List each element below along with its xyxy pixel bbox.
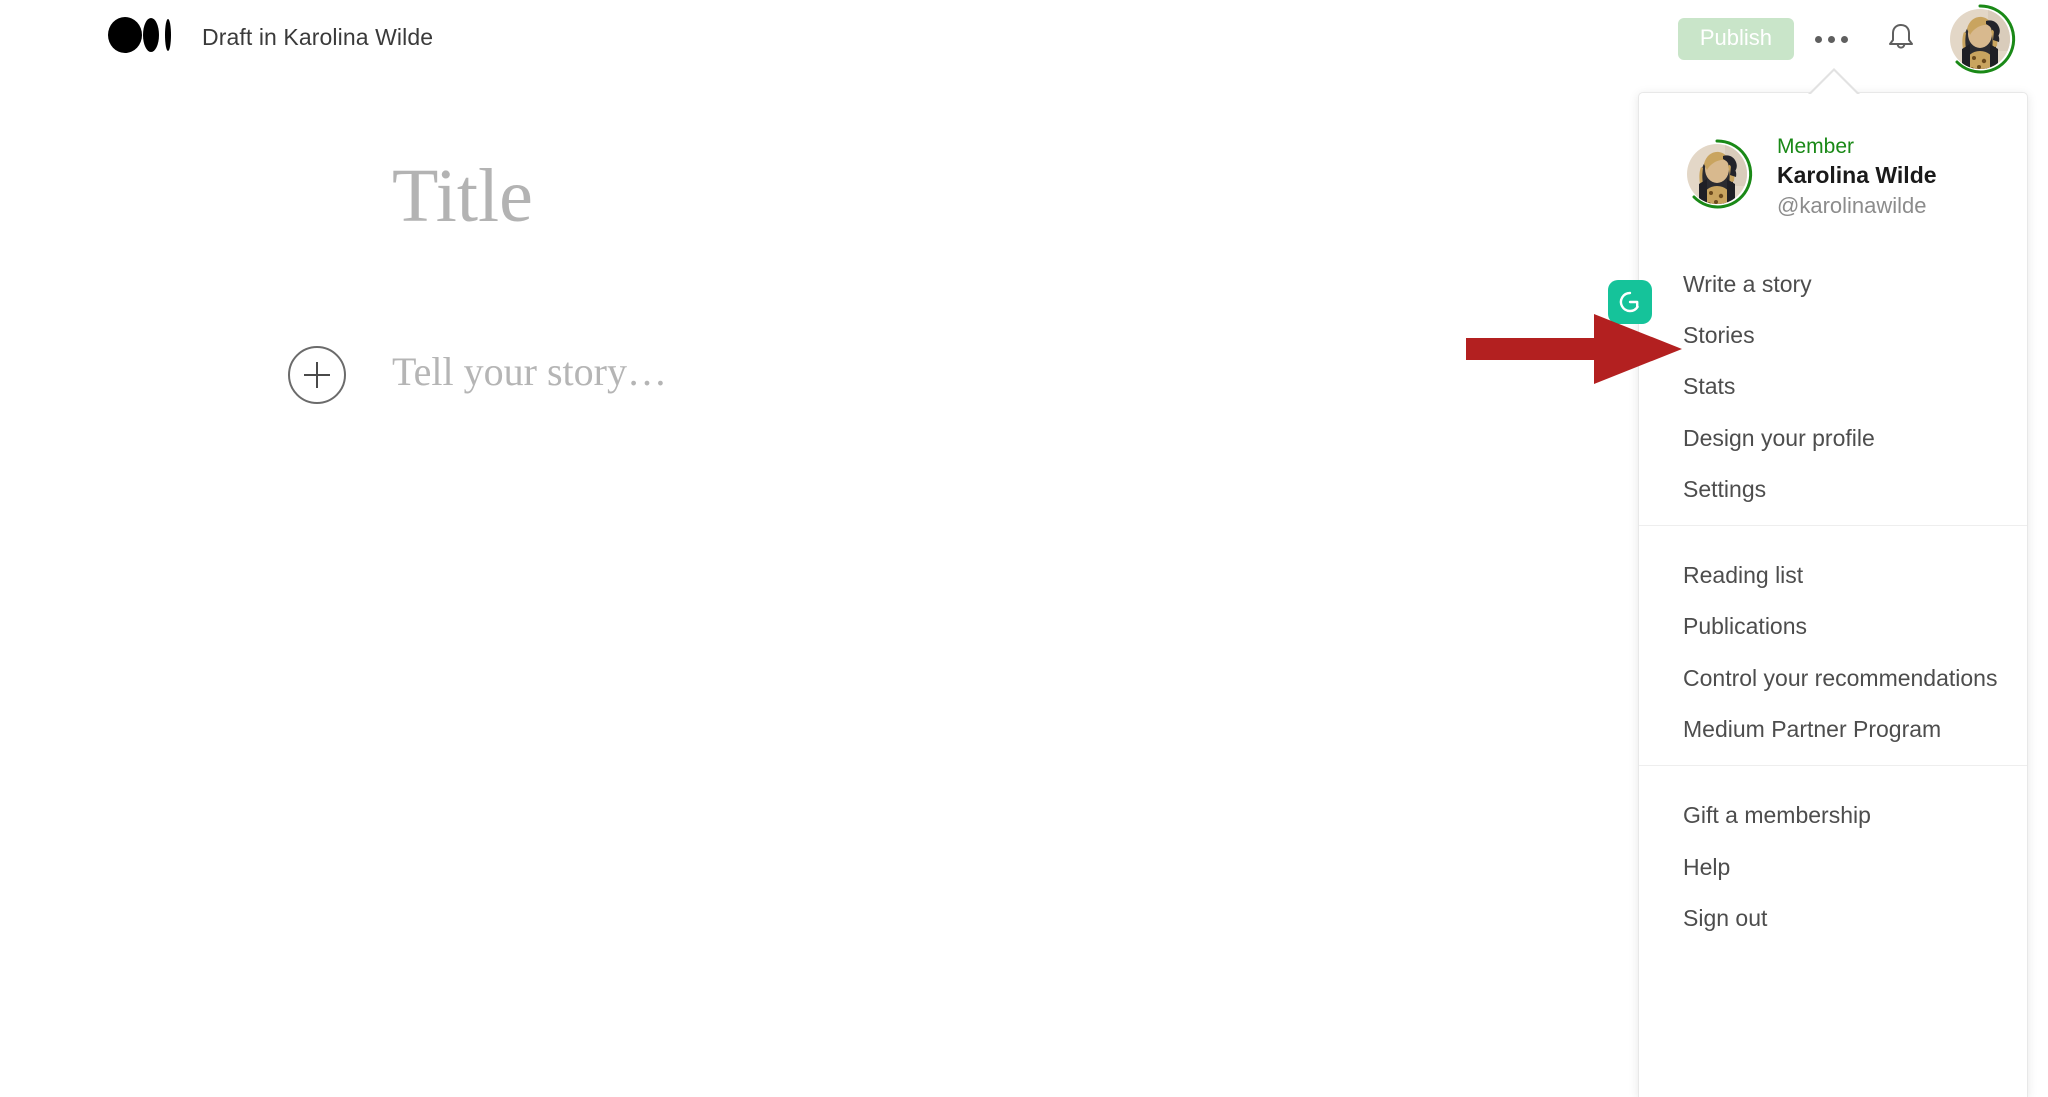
draft-title: Draft in Karolina Wilde [202, 24, 434, 50]
menu-item-control-your-recommendations[interactable]: Control your recommendations [1639, 653, 2027, 704]
menu-group-author: Write a story Stories Stats Design your … [1639, 253, 2027, 525]
notifications-button[interactable] [1868, 14, 1934, 64]
red-arrow-icon [1466, 312, 1690, 391]
top-bar-actions: Publish [1677, 0, 2026, 78]
menu-item-design-your-profile[interactable]: Design your profile [1639, 413, 2027, 464]
menu-group-reading: Reading list Publications Control your r… [1639, 525, 2027, 765]
menu-avatar [1679, 136, 1755, 217]
menu-item-write-a-story[interactable]: Write a story [1639, 259, 2027, 310]
brand-area: Draft in Karolina Wilde [108, 14, 433, 61]
menu-item-sign-out[interactable]: Sign out [1639, 893, 2027, 944]
menu-item-gift-a-membership[interactable]: Gift a membership [1639, 790, 2027, 841]
menu-item-reading-list[interactable]: Reading list [1639, 550, 2027, 601]
menu-group-account: Gift a membership Help Sign out [1639, 765, 2027, 954]
medium-logo-icon[interactable] [108, 14, 180, 61]
account-dropdown-menu: Member Karolina Wilde @karolinawilde Wri… [1638, 92, 2028, 1097]
app-root: Draft in Karolina Wilde Publish Title Te… [0, 0, 2048, 1097]
profile-text-block: Member Karolina Wilde @karolinawilde [1777, 135, 1937, 219]
menu-item-publications[interactable]: Publications [1639, 601, 2027, 652]
menu-item-help[interactable]: Help [1639, 842, 2027, 893]
avatar-menu-button[interactable] [1942, 1, 2018, 77]
menu-item-stats[interactable]: Stats [1639, 361, 2027, 412]
profile-name: Karolina Wilde [1777, 162, 1937, 189]
story-title-input[interactable]: Title [392, 158, 533, 234]
menu-item-stories[interactable]: Stories [1639, 310, 2027, 361]
member-status-badge: Member [1777, 135, 1855, 158]
profile-handle: @karolinawilde [1777, 193, 1927, 219]
top-bar: Draft in Karolina Wilde Publish [0, 0, 2048, 78]
avatar [1942, 1, 2018, 80]
bell-icon [1885, 21, 1917, 58]
story-body-input[interactable]: Tell your story… [392, 348, 667, 396]
more-options-button[interactable] [1794, 14, 1868, 64]
ellipsis-icon [1814, 35, 1848, 43]
menu-profile-header[interactable]: Member Karolina Wilde @karolinawilde [1639, 93, 2027, 253]
menu-item-medium-partner-program[interactable]: Medium Partner Program [1639, 704, 2027, 755]
add-block-button[interactable] [288, 346, 346, 404]
publish-button[interactable]: Publish [1677, 18, 1794, 60]
menu-item-settings[interactable]: Settings [1639, 464, 2027, 515]
